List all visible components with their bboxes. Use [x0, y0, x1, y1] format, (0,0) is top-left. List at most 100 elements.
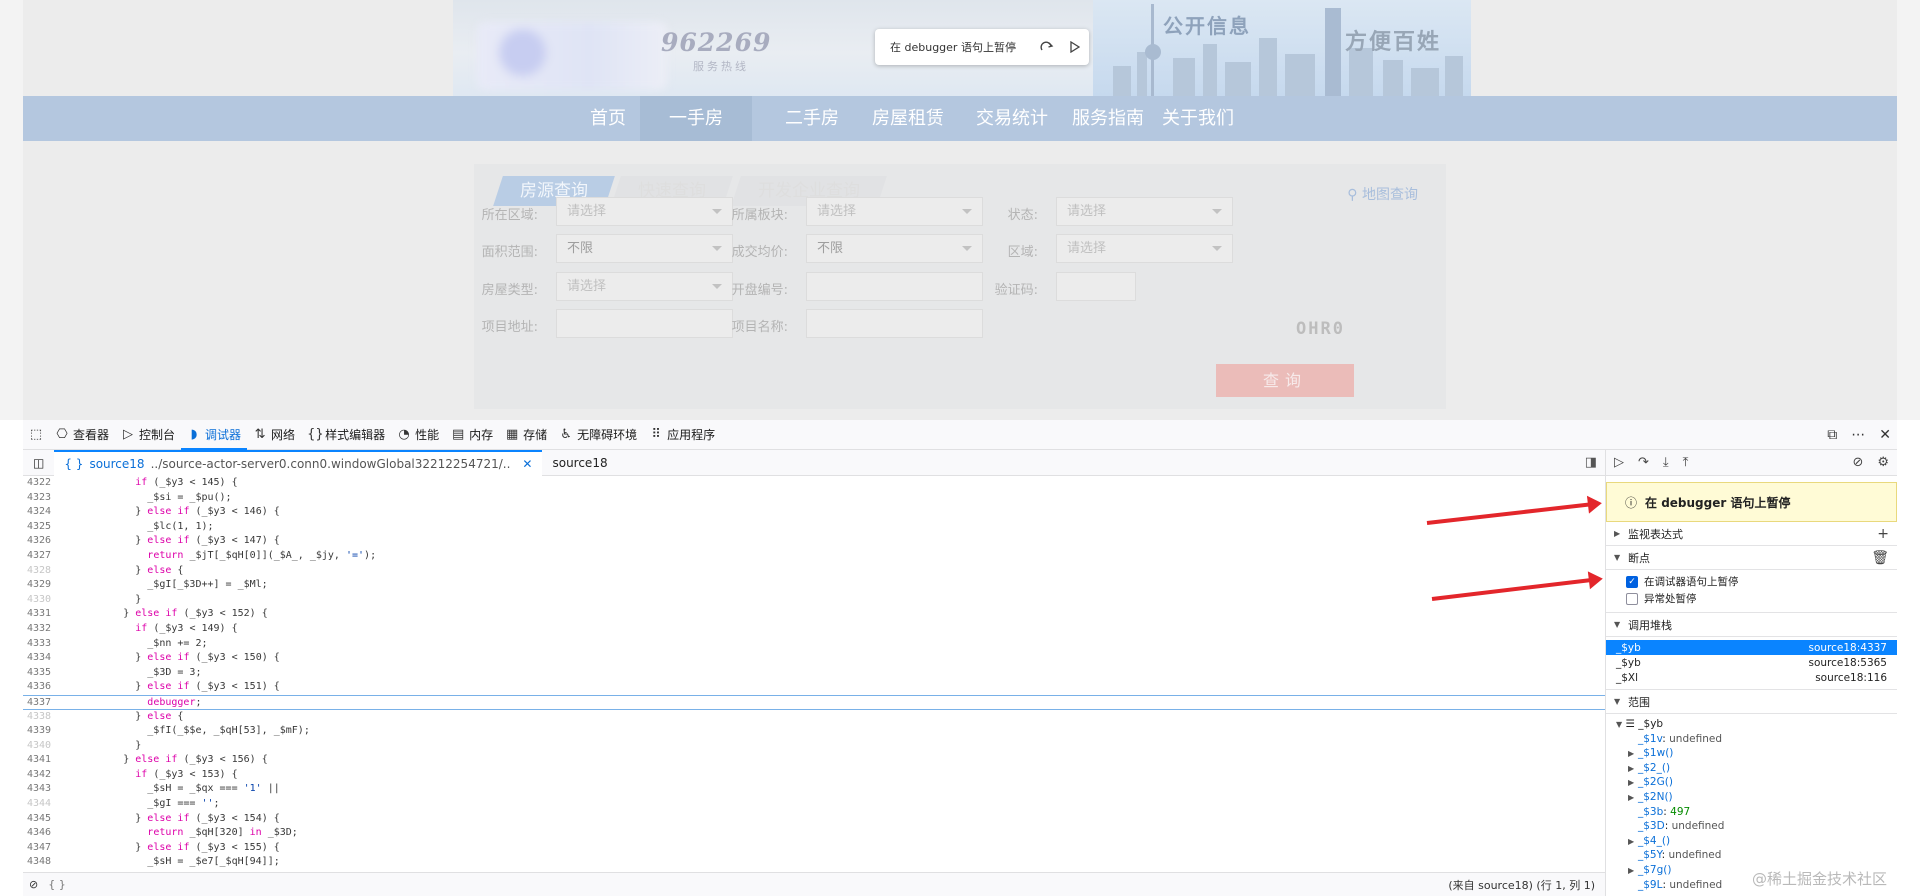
close-tab-icon[interactable]: ✕ [522, 457, 532, 471]
expand-icon[interactable]: ▶ [1628, 776, 1638, 791]
close-devtools-icon[interactable]: ✕ [1879, 427, 1891, 443]
line-number[interactable]: 4329 [23, 578, 59, 593]
call-stack-header[interactable]: ▼ 调用堆栈 [1606, 613, 1897, 637]
more-options-icon[interactable]: ⋯ [1851, 427, 1865, 443]
line-number[interactable]: 4327 [23, 549, 59, 564]
line-number[interactable]: 4334 [23, 651, 59, 666]
field-input[interactable]: 请选择 [556, 272, 733, 301]
field-input[interactable]: 请选择 [1056, 234, 1233, 263]
devtools-tab[interactable]: ▦ 存储 [499, 420, 553, 450]
line-number[interactable]: 4340 [23, 739, 59, 754]
field-input[interactable] [806, 309, 983, 338]
call-stack-frame[interactable]: _$yb source18:5365 [1606, 655, 1897, 670]
element-picker-button[interactable]: ⬚ [23, 420, 49, 450]
nav-item[interactable]: 房屋租赁 [852, 96, 964, 141]
scope-item[interactable]: ▶ _$2N() [1616, 790, 1897, 805]
checkbox[interactable] [1626, 592, 1638, 605]
line-number[interactable]: 4345 [23, 812, 59, 827]
field-input[interactable]: 不限 [556, 234, 733, 263]
devtools-tab[interactable]: ▤ 内存 [445, 420, 499, 450]
field-input[interactable] [556, 309, 733, 338]
line-number[interactable]: 4348 [23, 855, 59, 870]
scope-item[interactable]: _$3D: undefined [1616, 819, 1897, 834]
scope-item[interactable]: ▶ _$1w() [1616, 746, 1897, 761]
checkbox[interactable]: ✓ [1626, 575, 1638, 588]
scope-item[interactable]: _$3b: 497 [1616, 805, 1897, 820]
call-stack-frame[interactable]: _$yb source18:4337 [1606, 640, 1897, 655]
step-out-icon[interactable]: ⤒ [1683, 455, 1689, 470]
map-query-link[interactable]: ⚲ 地图查询 [1347, 184, 1418, 204]
step-over-button[interactable] [1033, 33, 1061, 61]
source-tab-2[interactable]: source18 [542, 450, 617, 476]
breakpoints-header[interactable]: ▼ 断点 🗑 [1606, 546, 1897, 570]
line-number[interactable]: 4330 [23, 593, 59, 608]
field-input[interactable]: 请选择 [556, 197, 733, 226]
pretty-print-button[interactable]: { } [48, 878, 66, 891]
expand-icon[interactable]: ▶ [1628, 835, 1638, 850]
scopes-header[interactable]: ▼ 范围 [1606, 690, 1897, 714]
devtools-tab[interactable]: ◔ 性能 [391, 420, 445, 450]
line-number[interactable]: 4336 [23, 680, 59, 695]
devtools-tab[interactable]: ⇅ 网络 [247, 420, 301, 450]
line-number[interactable]: 4344 [23, 797, 59, 812]
line-number[interactable]: 4338 [23, 710, 59, 725]
add-watch-icon[interactable]: + [1877, 526, 1897, 542]
breakpoint-option[interactable]: 异常处暂停 [1606, 590, 1897, 607]
field-input[interactable]: 请选择 [1056, 197, 1233, 226]
line-number[interactable]: 4325 [23, 520, 59, 535]
query-button[interactable]: 查询 [1216, 364, 1354, 397]
line-number[interactable]: 4323 [23, 491, 59, 506]
line-number[interactable]: 4339 [23, 724, 59, 739]
deactivate-breakpoints-icon[interactable]: ⊘ [1852, 455, 1863, 470]
step-in-icon[interactable]: ⤓ [1663, 455, 1669, 470]
field-input[interactable] [1056, 272, 1136, 301]
devtools-tab[interactable]: ⠿ 应用程序 [643, 420, 721, 450]
scope-root[interactable]: ▼ ☰ _$yb [1616, 717, 1897, 732]
scope-item[interactable]: ▶ _$2_() [1616, 761, 1897, 776]
line-number[interactable]: 4322 [23, 476, 59, 491]
line-number[interactable]: 4346 [23, 826, 59, 841]
settings-gear-icon[interactable]: ⚙ [1877, 455, 1889, 470]
resume-icon[interactable]: ▷ [1614, 455, 1624, 470]
watch-expressions-header[interactable]: ▶ 监视表达式 + [1606, 522, 1897, 546]
line-number[interactable]: 4335 [23, 666, 59, 681]
scope-item[interactable]: ▶ _$4_() [1616, 834, 1897, 849]
field-input[interactable]: 请选择 [806, 197, 983, 226]
call-stack-frame[interactable]: _$Xl source18:116 [1606, 670, 1897, 685]
step-over-icon[interactable]: ↷ [1638, 455, 1649, 470]
expand-icon[interactable]: ▶ [1628, 791, 1638, 806]
code-editor[interactable]: 4322 if (_$y3 < 145) {4323 _$si = _$pu()… [23, 476, 1605, 872]
trash-icon[interactable]: 🗑 [1871, 550, 1897, 566]
expand-icon[interactable]: ▶ [1628, 747, 1638, 762]
field-input[interactable] [806, 272, 983, 301]
source-tab-active[interactable]: { } source18 ../source-actor-server0.con… [54, 449, 543, 476]
captcha-image[interactable]: OHR0 [1296, 319, 1345, 339]
scope-item[interactable]: _$1v: undefined [1616, 732, 1897, 747]
line-number[interactable]: 4328 [23, 564, 59, 579]
breakpoint-option[interactable]: ✓ 在调试器语句上暂停 [1606, 573, 1897, 590]
nav-item[interactable]: 关于我们 [1142, 96, 1254, 141]
expand-icon[interactable]: ▶ [1628, 762, 1638, 777]
toggle-debug-pane-icon[interactable]: ◨ [1585, 455, 1605, 470]
line-number[interactable]: 4324 [23, 505, 59, 520]
line-number[interactable]: 4343 [23, 782, 59, 797]
line-number[interactable]: 4326 [23, 534, 59, 549]
devtools-tab[interactable]: ◗ 调试器 [181, 420, 248, 450]
devtools-tab[interactable]: ▷ 控制台 [115, 420, 181, 450]
expand-icon[interactable]: ▶ [1628, 864, 1638, 879]
line-number[interactable]: 4331 [23, 607, 59, 622]
line-number[interactable]: 4337 [23, 696, 59, 711]
no-pretty-icon[interactable]: ⊘ [29, 878, 38, 891]
field-input[interactable]: 不限 [806, 234, 983, 263]
dock-icon[interactable]: ⧉ [1827, 427, 1837, 443]
line-number[interactable]: 4341 [23, 753, 59, 768]
devtools-tab[interactable]: ⎔ 查看器 [49, 420, 115, 450]
nav-item[interactable]: 一手房 [640, 96, 752, 141]
scope-item[interactable]: _$5Y: undefined [1616, 848, 1897, 863]
scope-item[interactable]: ▶ _$2G() [1616, 775, 1897, 790]
line-number[interactable]: 4347 [23, 841, 59, 856]
devtools-tab[interactable]: ♿ 无障碍环境 [553, 420, 643, 450]
devtools-tab[interactable]: {} 样式编辑器 [301, 420, 391, 450]
resume-button[interactable] [1061, 33, 1089, 61]
toggle-sources-pane-button[interactable]: ◫ [23, 450, 54, 476]
